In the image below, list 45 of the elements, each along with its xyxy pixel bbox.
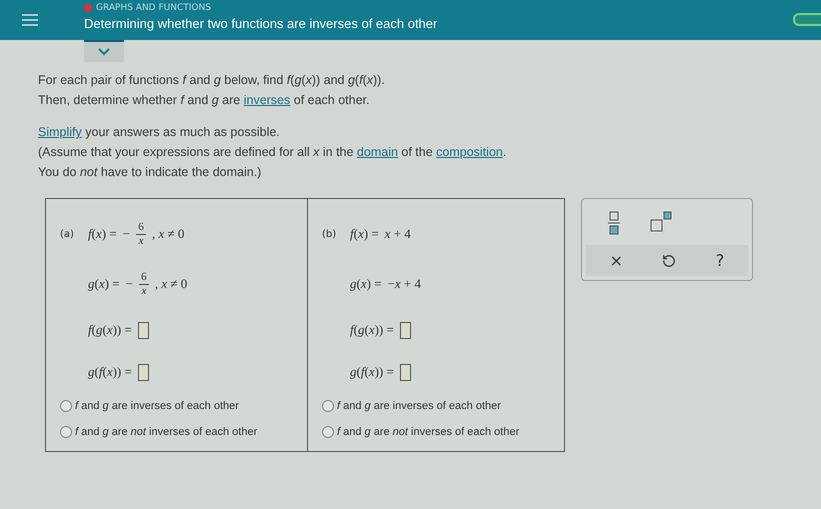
function-definition: f(x) = [88, 226, 117, 242]
radio-option[interactable]: f and g are inverses of each other [60, 393, 299, 419]
toolbar-button[interactable]: ? [712, 251, 728, 270]
answer-field[interactable] [400, 322, 411, 338]
composition-label: f(g(x)) = [350, 322, 394, 338]
composition-label: f(g(x)) = [88, 322, 132, 338]
instruction-text: You do not have to indicate the domain.) [38, 164, 262, 181]
collapse-tab[interactable] [84, 40, 124, 62]
answer-field[interactable] [138, 364, 149, 380]
function-definition: f(x) = [350, 226, 379, 242]
instruction-text: For each pair of functions f and g below, find f(g(x)) and g(f(x)). [38, 72, 386, 89]
instruction-text: Simplify your answers as much as possible. [38, 124, 281, 141]
chevron-down-icon [98, 48, 110, 56]
radio-option[interactable]: f and g are not inverses of each other [60, 419, 299, 445]
composition-label: g(f(x)) = [350, 364, 394, 380]
answer-field[interactable] [138, 322, 149, 338]
minus-sign: − [122, 226, 130, 242]
radio-option[interactable]: f and g are inverses of each other [322, 393, 556, 419]
minus-sign: − [126, 276, 133, 292]
progress-indicator [793, 13, 821, 26]
undo-icon [662, 254, 676, 268]
function-definition: g(x) = [88, 276, 120, 292]
glossary-link[interactable]: domain [356, 145, 398, 159]
glossary-link[interactable]: composition [436, 145, 503, 159]
part-label: (b) [322, 228, 338, 240]
page-title: Determining whether two functions are inverses of each other [84, 16, 438, 31]
answer-field[interactable] [400, 364, 411, 380]
domain-condition: , x ≠ 0 [154, 276, 188, 292]
fraction-button[interactable] [608, 211, 620, 235]
composition-label: g(f(x)) = [88, 364, 132, 380]
category-label: GRAPHS AND FUNCTIONS [84, 3, 438, 13]
toolbar-button[interactable]: × [606, 251, 628, 270]
function-definition: g(x) = [350, 276, 382, 292]
part-label: (a) [60, 228, 75, 240]
fraction: 6 x [136, 220, 146, 248]
glossary-link[interactable]: Simplify [38, 125, 82, 139]
menu-icon[interactable] [22, 13, 38, 27]
function-expression: x + 4 [384, 226, 411, 242]
radio-option[interactable]: f and g are not inverses of each other [322, 419, 556, 445]
instruction-text: (Assume that your expressions are defined for all x in the domain of the composition. [38, 144, 508, 161]
domain-condition: , x ≠ 0 [152, 226, 184, 242]
instruction-text: Then, determine whether f and g are inverses of each other. [38, 92, 370, 109]
function-expression: −x + 4 [388, 276, 422, 292]
fraction: 6 x [138, 270, 149, 298]
glossary-link[interactable]: inverses [244, 93, 290, 107]
